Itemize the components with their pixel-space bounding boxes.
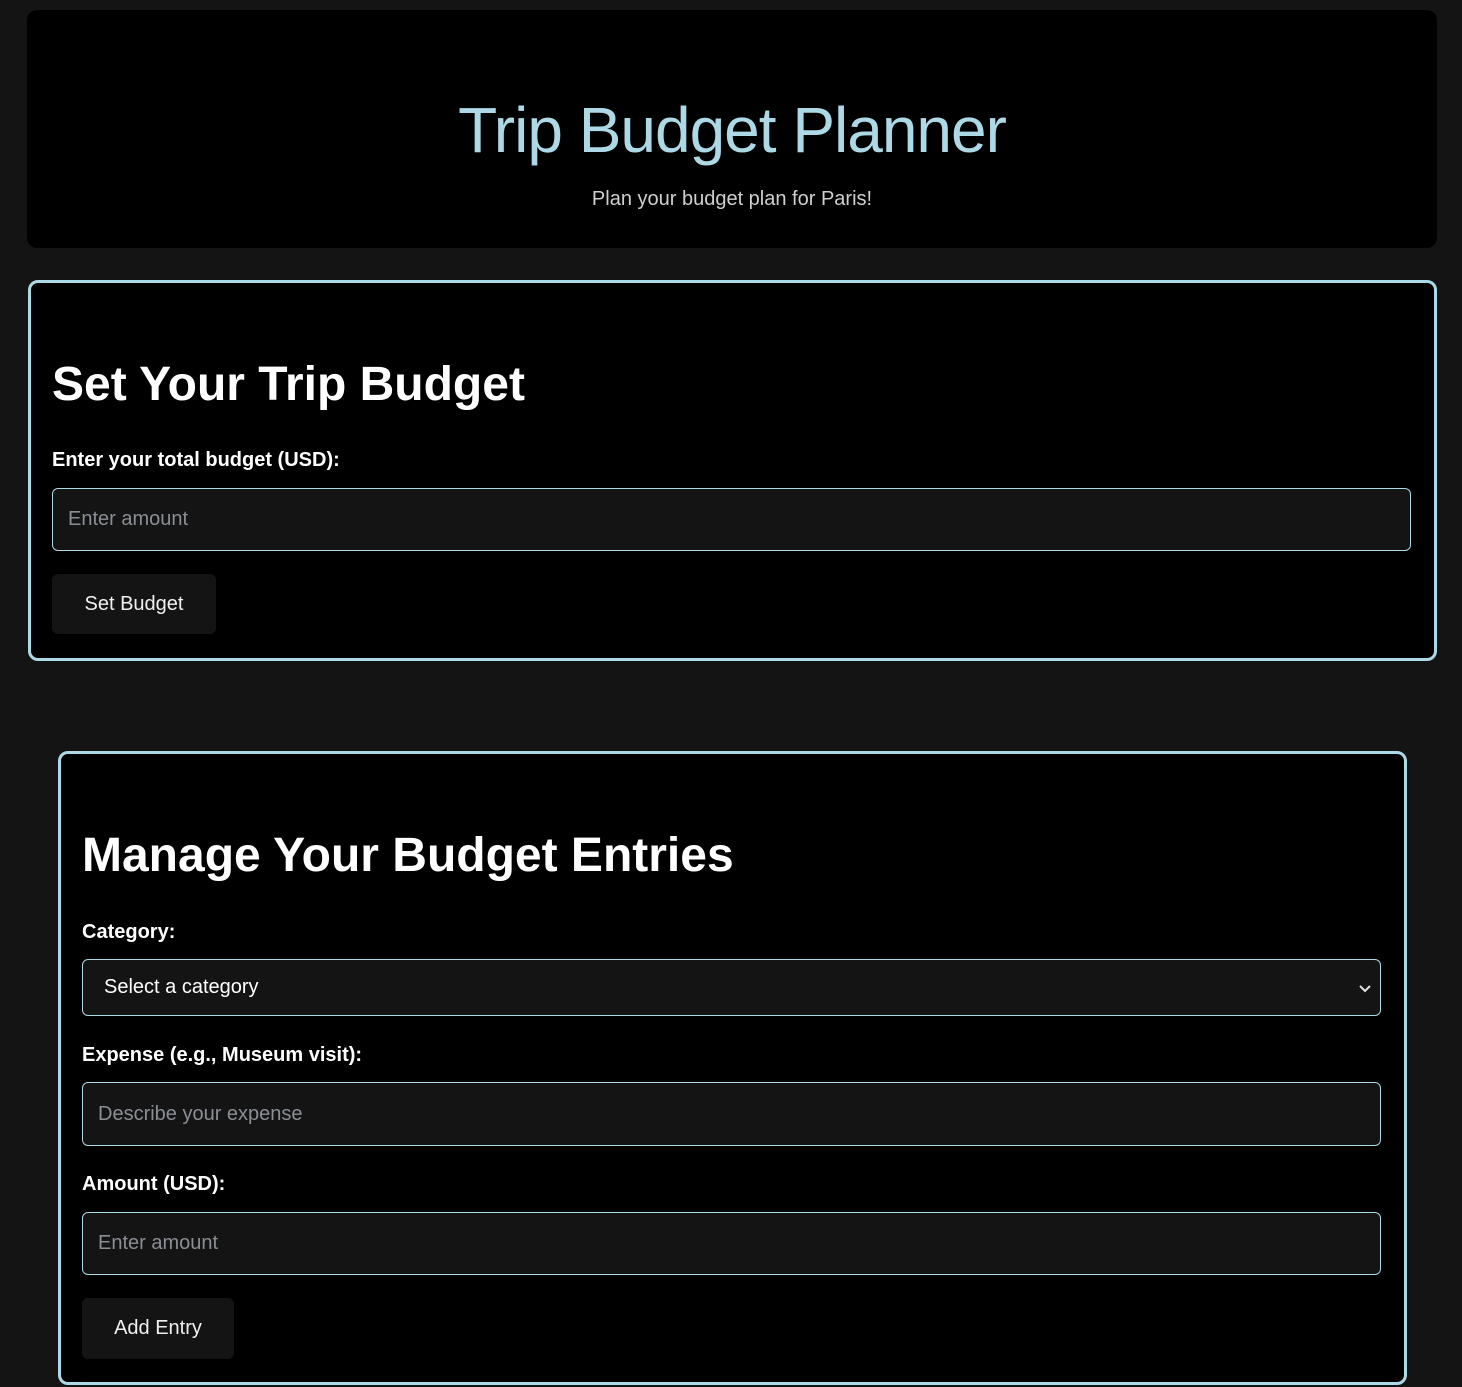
budget-entries-section: Manage Your Budget Entries Category: Sel… bbox=[58, 751, 1407, 1385]
category-selected-value: Select a category bbox=[104, 976, 259, 998]
expense-input[interactable] bbox=[82, 1082, 1381, 1146]
set-budget-button[interactable]: Set Budget bbox=[52, 574, 216, 634]
page-header: Trip Budget Planner Plan your budget pla… bbox=[27, 10, 1437, 248]
expense-label: Expense (e.g., Museum visit): bbox=[82, 1044, 363, 1066]
section-heading: Set Your Trip Budget bbox=[52, 358, 525, 411]
amount-input[interactable] bbox=[82, 1212, 1381, 1275]
add-entry-button[interactable]: Add Entry bbox=[82, 1298, 234, 1359]
category-label: Category: bbox=[82, 921, 176, 943]
set-budget-section: Set Your Trip Budget Enter your total bu… bbox=[28, 280, 1437, 661]
total-budget-input[interactable] bbox=[52, 488, 1411, 551]
page-subtitle: Plan your budget plan for Paris! bbox=[591, 188, 873, 210]
page-title: Trip Budget Planner bbox=[458, 94, 1007, 166]
amount-label: Amount (USD): bbox=[82, 1173, 226, 1195]
total-budget-label: Enter your total budget (USD): bbox=[52, 449, 340, 471]
chevron-down-icon bbox=[1359, 984, 1371, 992]
section-heading: Manage Your Budget Entries bbox=[82, 829, 734, 882]
category-select[interactable]: Select a category bbox=[82, 959, 1381, 1016]
